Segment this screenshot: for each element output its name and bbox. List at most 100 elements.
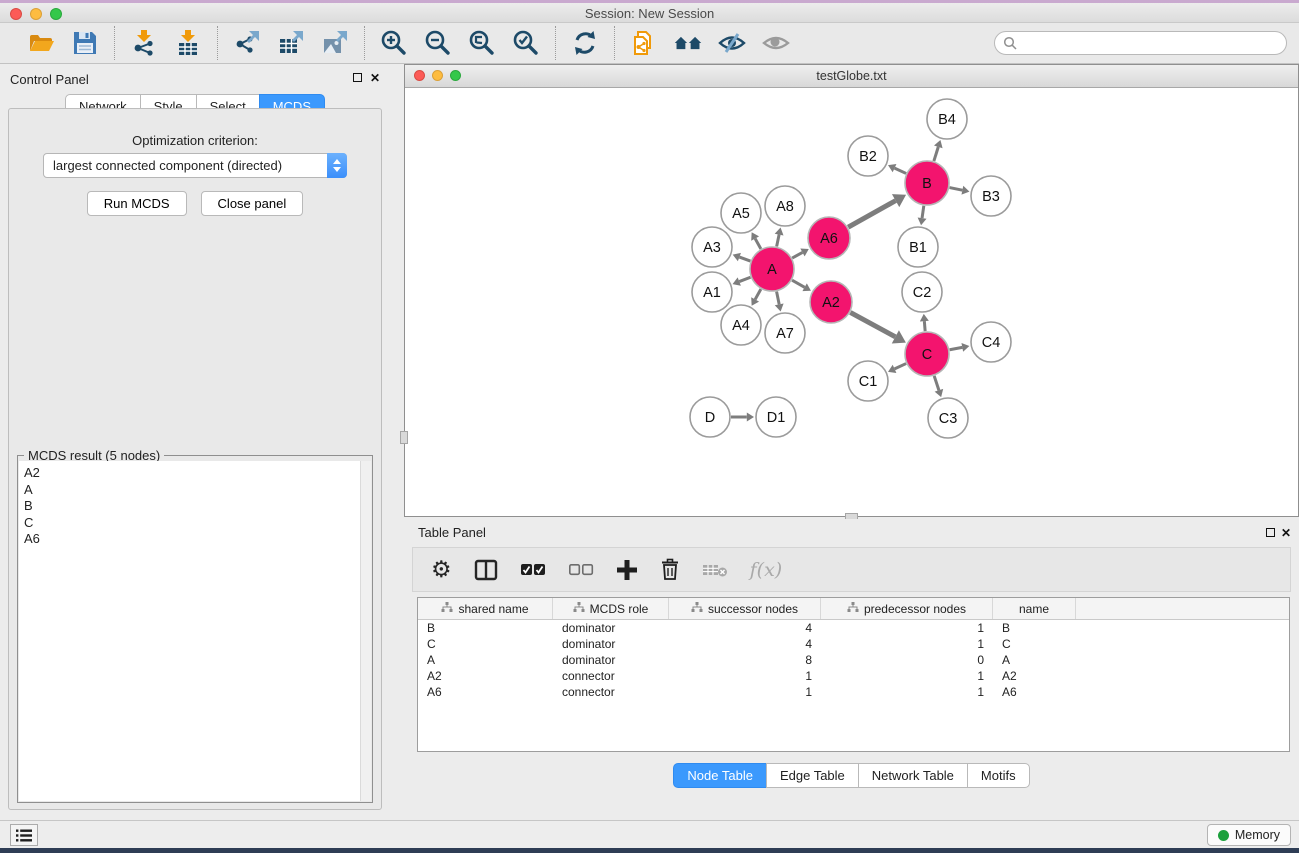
column-header-MCDS-role[interactable]: MCDS role [553,598,669,619]
edge-A-A7[interactable] [777,292,780,305]
network-window-titlebar[interactable]: testGlobe.txt [405,65,1298,88]
import-table-icon[interactable] [173,28,203,58]
table-cell[interactable]: 4 [669,621,821,635]
float-panel-icon[interactable] [353,72,362,84]
table-cell[interactable]: A6 [993,685,1076,699]
edge-A-A3[interactable] [739,257,750,261]
table-cell[interactable]: 1 [669,669,821,683]
add-column-icon[interactable] [616,555,638,585]
refresh-icon[interactable] [570,28,600,58]
export-table-icon[interactable] [276,28,306,58]
edge-A6-B[interactable] [848,201,895,228]
table-cell[interactable]: C [418,637,553,651]
task-history-button[interactable] [10,824,38,846]
edge-B-B4[interactable] [934,147,938,161]
table-row[interactable]: A2connector11A2 [418,668,1289,684]
table-cell[interactable]: A2 [993,669,1076,683]
edge-C-C3[interactable] [934,376,939,390]
table-cell[interactable]: 4 [669,637,821,651]
table-cell[interactable]: A6 [418,685,553,699]
table-cell[interactable]: dominator [553,621,669,635]
table-cell[interactable]: dominator [553,637,669,651]
column-header-name[interactable]: name [993,598,1076,619]
column-header-predecessor-nodes[interactable]: predecessor nodes [821,598,993,619]
table-settings-gear-icon[interactable]: ⚙ [431,555,452,585]
network-graph[interactable]: AA1A2A3A4A5A6A7A8BB1B2B3B4CC1C2C3C4DD1 [405,88,1298,516]
table-cell[interactable]: B [993,621,1076,635]
search-input[interactable] [994,31,1287,55]
delete-column-icon[interactable] [660,555,680,585]
mcds-result-item[interactable]: B [24,498,360,515]
optimization-criterion-dropdown[interactable]: largest connected component (directed) [43,153,347,178]
duplicate-network-icon[interactable] [629,28,659,58]
column-header-successor-nodes[interactable]: successor nodes [669,598,821,619]
edge-C-C1[interactable] [895,364,907,369]
close-panel-button[interactable]: Close panel [201,191,304,216]
table-cell[interactable]: C [993,637,1076,651]
table-cell[interactable]: A [418,653,553,667]
result-scrollbar[interactable] [360,461,371,801]
close-table-panel-icon[interactable]: ✕ [1281,527,1291,539]
network-canvas[interactable]: AA1A2A3A4A5A6A7A8BB1B2B3B4CC1C2C3C4DD1 [405,88,1298,516]
table-cell[interactable]: dominator [553,653,669,667]
deselect-all-checkboxes-icon[interactable] [568,555,594,585]
edge-C-C2[interactable] [924,321,925,331]
tab-motifs[interactable]: Motifs [967,763,1030,788]
table-cell[interactable]: 1 [821,621,993,635]
float-table-panel-icon[interactable] [1266,527,1275,539]
edge-A-A6[interactable] [792,252,802,258]
table-cell[interactable]: B [418,621,553,635]
mcds-result-item[interactable]: A6 [24,531,360,548]
zoom-out-icon[interactable] [423,28,453,58]
table-cell[interactable]: A [993,653,1076,667]
table-cell[interactable]: 1 [821,685,993,699]
zoom-selected-icon[interactable] [511,28,541,58]
mcds-result-item[interactable]: A [24,482,360,499]
home-icons[interactable] [673,28,703,58]
edge-A2-C[interactable] [850,312,895,336]
tab-edge-table[interactable]: Edge Table [766,763,859,788]
mcds-result-list[interactable]: A2ABCA6 [19,461,360,801]
column-view-icon[interactable] [474,555,498,585]
mcds-result-item[interactable]: A2 [24,465,360,482]
select-all-checkboxes-icon[interactable] [520,555,546,585]
edge-A-A4[interactable] [755,289,761,299]
table-row[interactable]: Cdominator41C [418,636,1289,652]
tab-node-table[interactable]: Node Table [673,763,767,788]
delete-table-icon[interactable] [702,555,728,585]
export-image-icon[interactable] [320,28,350,58]
function-builder-icon[interactable]: f(x) [750,555,783,585]
table-cell[interactable]: connector [553,685,669,699]
edge-C-C4[interactable] [950,347,963,349]
close-panel-icon[interactable]: ✕ [370,72,380,84]
column-header-shared-name[interactable]: shared name [418,598,553,619]
edge-A-A2[interactable] [792,280,805,287]
table-row[interactable]: A6connector11A6 [418,684,1289,700]
table-cell[interactable]: connector [553,669,669,683]
save-session-icon[interactable] [70,28,100,58]
edge-B-B3[interactable] [950,188,963,191]
zoom-in-icon[interactable] [379,28,409,58]
table-row[interactable]: Bdominator41B [418,620,1289,636]
table-cell[interactable]: 1 [821,669,993,683]
edge-B-B1[interactable] [922,206,924,218]
edge-A-A8[interactable] [777,235,779,247]
tab-network-table[interactable]: Network Table [858,763,968,788]
edge-B-B2[interactable] [895,168,907,173]
memory-button[interactable]: Memory [1207,824,1291,846]
hide-panel-eye-icon[interactable] [717,28,747,58]
open-session-icon[interactable] [26,28,56,58]
table-cell[interactable]: A2 [418,669,553,683]
mcds-result-item[interactable]: C [24,515,360,532]
edge-A-A5[interactable] [755,239,761,249]
table-cell[interactable]: 8 [669,653,821,667]
table-cell[interactable]: 1 [669,685,821,699]
left-splitter-handle[interactable] [400,431,408,444]
edge-A-A1[interactable] [739,277,750,281]
export-network-icon[interactable] [232,28,262,58]
zoom-fit-icon[interactable] [467,28,497,58]
table-row[interactable]: Adominator80A [418,652,1289,668]
import-network-icon[interactable] [129,28,159,58]
show-eye-icon[interactable] [761,28,791,58]
run-mcds-button[interactable]: Run MCDS [87,191,187,216]
